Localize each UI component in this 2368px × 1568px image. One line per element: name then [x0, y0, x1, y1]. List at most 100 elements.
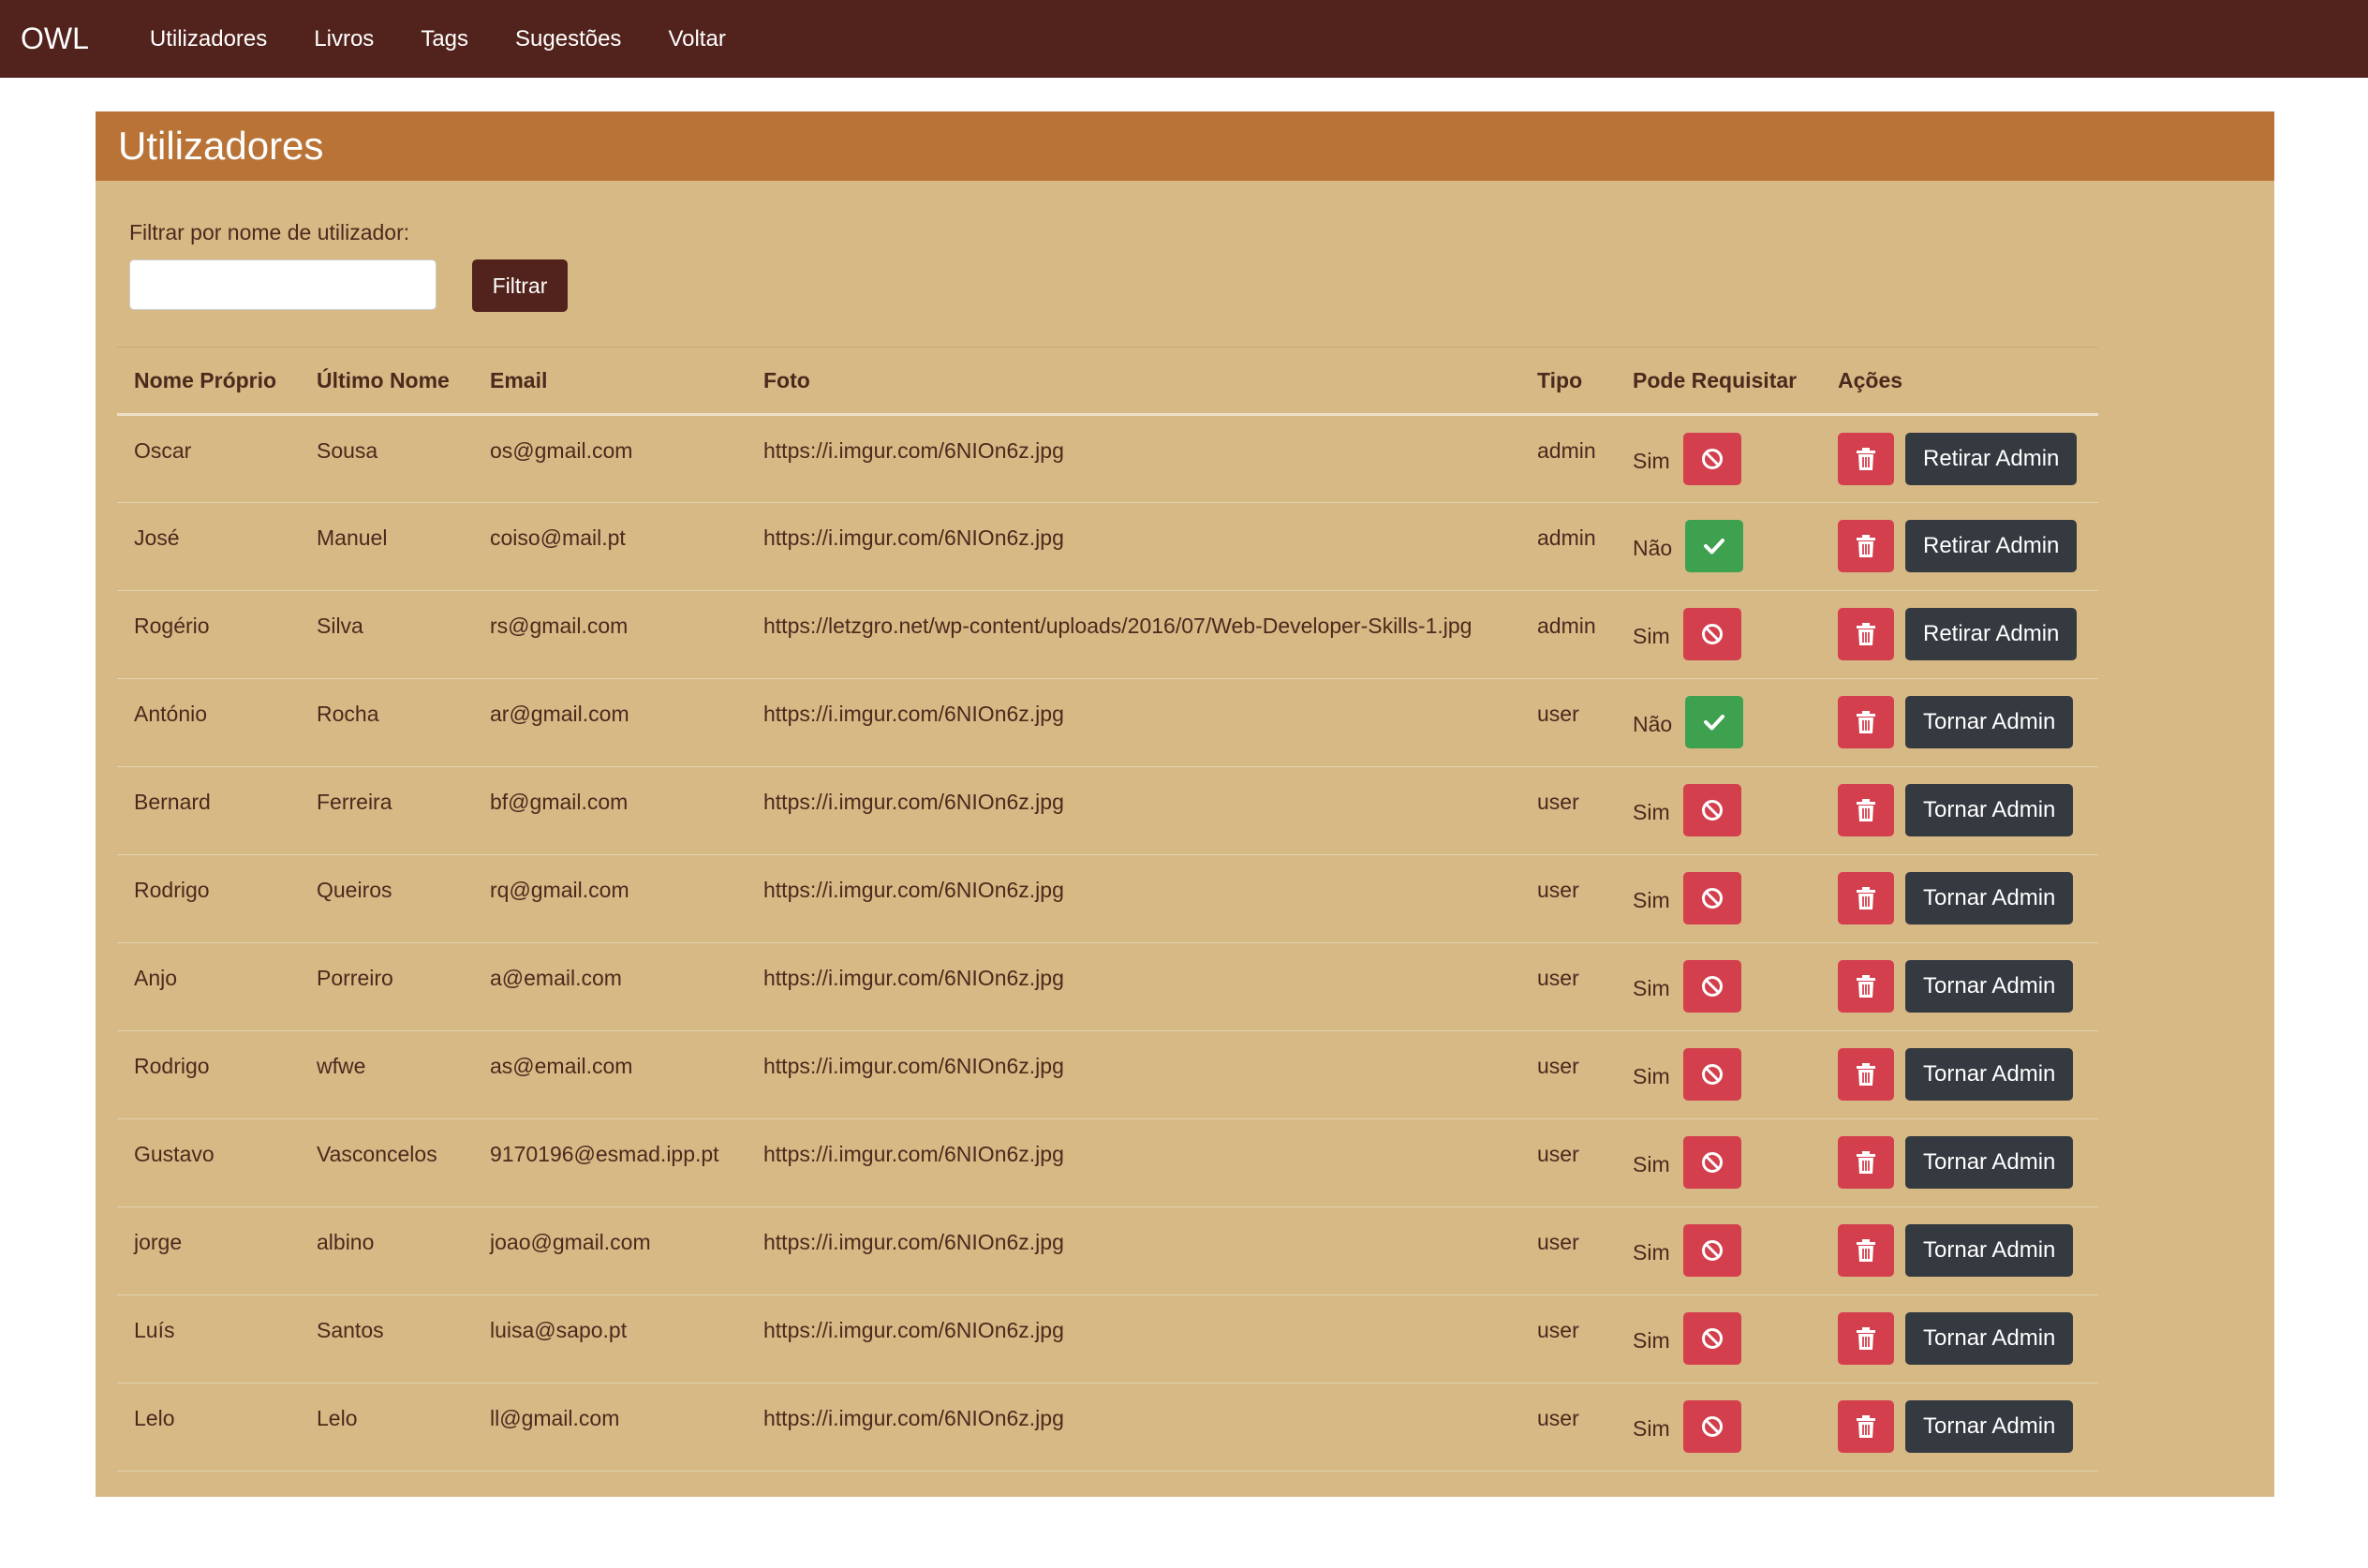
- nav-link-utilizadores[interactable]: Utilizadores: [150, 26, 267, 52]
- toggle-request-button[interactable]: [1682, 1136, 1741, 1189]
- delete-user-button[interactable]: [1838, 1224, 1894, 1277]
- cell-type: user: [1520, 1206, 1616, 1295]
- cell-type: user: [1520, 942, 1616, 1031]
- cell-actions: Tornar Admin: [1821, 1383, 2098, 1472]
- toggle-request-button[interactable]: [1682, 872, 1741, 925]
- ban-icon: [1700, 1326, 1724, 1351]
- nav-link-voltar[interactable]: Voltar: [668, 26, 725, 52]
- delete-user-button[interactable]: [1838, 1136, 1894, 1189]
- toggle-request-button[interactable]: [1682, 784, 1741, 836]
- table-row: Lelo Lelo ll@gmail.com https://i.imgur.com/…: [117, 1383, 2098, 1472]
- can-request-value: Sim: [1633, 623, 1670, 648]
- trash-icon: [1856, 974, 1876, 998]
- cell-last-name: wfwe: [300, 1030, 473, 1119]
- can-request-value: Sim: [1633, 1239, 1670, 1265]
- admin-toggle-button[interactable]: Tornar Admin: [1905, 1312, 2074, 1365]
- header-ultimo-nome: Último Nome: [300, 347, 473, 416]
- nav-link-tags[interactable]: Tags: [421, 26, 468, 52]
- admin-toggle-button[interactable]: Tornar Admin: [1905, 1136, 2074, 1189]
- cell-can-request: Sim: [1616, 414, 1821, 503]
- cell-last-name: Lelo: [300, 1383, 473, 1472]
- admin-toggle-button[interactable]: Retirar Admin: [1905, 433, 2078, 485]
- admin-toggle-button[interactable]: Tornar Admin: [1905, 1048, 2074, 1101]
- toggle-request-button[interactable]: [1682, 1312, 1741, 1365]
- delete-user-button[interactable]: [1838, 608, 1894, 660]
- check-icon: [1701, 709, 1727, 735]
- delete-user-button[interactable]: [1838, 1048, 1894, 1101]
- cell-can-request: Sim: [1616, 1294, 1821, 1383]
- cell-actions: Tornar Admin: [1821, 1206, 2098, 1295]
- cell-last-name: Ferreira: [300, 766, 473, 855]
- cell-first-name: Gustavo: [117, 1118, 300, 1207]
- admin-toggle-button[interactable]: Tornar Admin: [1905, 1400, 2074, 1453]
- filter-input[interactable]: [129, 259, 437, 310]
- cell-first-name: António: [117, 678, 300, 767]
- toggle-request-button[interactable]: [1685, 520, 1744, 572]
- admin-toggle-button[interactable]: Tornar Admin: [1905, 696, 2074, 748]
- cell-email: rs@gmail.com: [473, 590, 747, 679]
- admin-toggle-button[interactable]: Tornar Admin: [1905, 960, 2074, 1013]
- trash-icon: [1856, 710, 1876, 734]
- cell-photo: https://i.imgur.com/6NIOn6z.jpg: [747, 502, 1520, 591]
- can-request-value: Sim: [1633, 1151, 1670, 1176]
- toggle-request-button[interactable]: [1685, 696, 1744, 748]
- header-acoes: Ações: [1821, 347, 2098, 416]
- cell-photo: https://letzgro.net/wp-content/uploads/2…: [747, 590, 1520, 679]
- admin-toggle-button[interactable]: Tornar Admin: [1905, 784, 2074, 836]
- toggle-request-button[interactable]: [1682, 433, 1741, 485]
- nav-link-sugestoes[interactable]: Sugestões: [515, 26, 621, 52]
- cell-last-name: Manuel: [300, 502, 473, 591]
- table-body: Oscar Sousa os@gmail.com https://i.imgur.co…: [117, 414, 2098, 1472]
- can-request-value: Sim: [1633, 1327, 1670, 1353]
- filter-label: Filtrar por nome de utilizador:: [129, 220, 410, 244]
- cell-actions: Retirar Admin: [1821, 502, 2098, 591]
- admin-toggle-button[interactable]: Retirar Admin: [1905, 520, 2078, 572]
- admin-toggle-button[interactable]: Retirar Admin: [1905, 608, 2078, 660]
- table-row: José Manuel coiso@mail.pt https://i.imgur.c…: [117, 502, 2098, 591]
- cell-can-request: Sim: [1616, 854, 1821, 943]
- ban-icon: [1700, 974, 1724, 998]
- cell-last-name: Silva: [300, 590, 473, 679]
- cell-can-request: Sim: [1616, 590, 1821, 679]
- page-title: Utilizadores: [118, 124, 324, 168]
- cell-type: user: [1520, 766, 1616, 855]
- delete-user-button[interactable]: [1838, 784, 1894, 836]
- cell-photo: https://i.imgur.com/6NIOn6z.jpg: [747, 854, 1520, 943]
- cell-type: user: [1520, 1383, 1616, 1472]
- cell-photo: https://i.imgur.com/6NIOn6z.jpg: [747, 1030, 1520, 1119]
- trash-icon: [1856, 1326, 1876, 1351]
- cell-first-name: Rodrigo: [117, 854, 300, 943]
- admin-toggle-button[interactable]: Tornar Admin: [1905, 1224, 2074, 1277]
- admin-toggle-button[interactable]: Tornar Admin: [1905, 872, 2074, 925]
- cell-photo: https://i.imgur.com/6NIOn6z.jpg: [747, 1206, 1520, 1295]
- toggle-request-button[interactable]: [1682, 960, 1741, 1013]
- cell-photo: https://i.imgur.com/6NIOn6z.jpg: [747, 1118, 1520, 1207]
- header-pode-requisitar: Pode Requisitar: [1616, 347, 1821, 416]
- cell-last-name: Rocha: [300, 678, 473, 767]
- top-navbar: OWL Utilizadores Livros Tags Sugestões V…: [0, 0, 2368, 78]
- toggle-request-button[interactable]: [1682, 1400, 1741, 1453]
- toggle-request-button[interactable]: [1682, 608, 1741, 660]
- header-email: Email: [473, 347, 747, 416]
- ban-icon: [1700, 798, 1724, 822]
- ban-icon: [1700, 447, 1724, 471]
- delete-user-button[interactable]: [1838, 520, 1894, 572]
- delete-user-button[interactable]: [1838, 1400, 1894, 1453]
- toggle-request-button[interactable]: [1682, 1224, 1741, 1277]
- toggle-request-button[interactable]: [1682, 1048, 1741, 1101]
- table-header-row: Nome Próprio Último Nome Email Foto Tipo…: [117, 347, 2098, 416]
- ban-icon: [1700, 1238, 1724, 1263]
- delete-user-button[interactable]: [1838, 872, 1894, 925]
- trash-icon: [1856, 798, 1876, 822]
- delete-user-button[interactable]: [1838, 1312, 1894, 1365]
- trash-icon: [1856, 1238, 1876, 1263]
- ban-icon: [1700, 1414, 1724, 1439]
- nav-link-livros[interactable]: Livros: [314, 26, 374, 52]
- brand-logo[interactable]: OWL: [21, 22, 89, 56]
- trash-icon: [1856, 1414, 1876, 1439]
- delete-user-button[interactable]: [1838, 960, 1894, 1013]
- cell-email: ll@gmail.com: [473, 1383, 747, 1472]
- delete-user-button[interactable]: [1838, 433, 1894, 485]
- filter-button[interactable]: Filtrar: [472, 259, 568, 312]
- delete-user-button[interactable]: [1838, 696, 1894, 748]
